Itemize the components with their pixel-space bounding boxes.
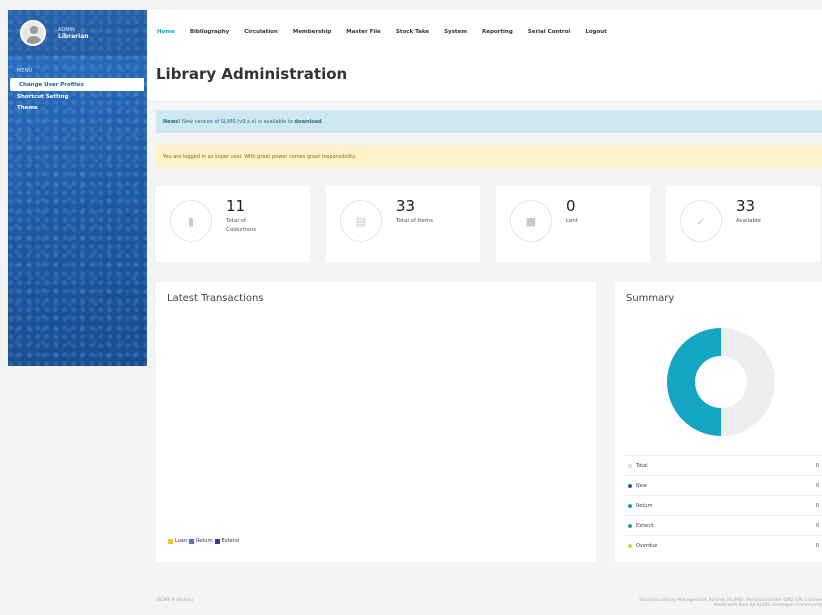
row-count: 0 bbox=[815, 482, 819, 489]
row-label: Total bbox=[636, 462, 648, 469]
profile-name: Librarian bbox=[58, 32, 89, 40]
donut-slice-return[interactable] bbox=[667, 328, 721, 436]
check-icon: ✓ bbox=[680, 200, 722, 242]
row-label: Extend bbox=[636, 522, 654, 529]
row-count: 0 bbox=[815, 502, 819, 509]
legend-extend[interactable]: Extend bbox=[214, 538, 240, 544]
legend-label: Loan bbox=[175, 538, 187, 544]
row-dot bbox=[628, 463, 632, 468]
stat-value: 33 bbox=[736, 197, 756, 215]
donut-slice-new[interactable] bbox=[721, 328, 775, 436]
sidebar-item-shortcut-setting[interactable]: Shortcut Setting bbox=[8, 91, 147, 102]
news-alert: News! New version of SLiMS (v9.x.x) is a… bbox=[156, 110, 822, 133]
panel-title: Latest Transactions bbox=[167, 293, 264, 304]
nav-reporting[interactable]: Reporting bbox=[482, 29, 513, 35]
legend-label: Return bbox=[196, 538, 213, 544]
footer: SLiMS 9 (Bulian) Senayan Library Managem… bbox=[157, 598, 822, 608]
nav-serial-control[interactable]: Serial Control bbox=[528, 29, 571, 35]
stat-value: 33 bbox=[396, 197, 416, 215]
nav-membership[interactable]: Membership bbox=[293, 29, 331, 35]
profile-role: ADMIN bbox=[58, 26, 75, 33]
stat-collections: ▮ 11 Total of Collections bbox=[156, 186, 310, 262]
row-dot bbox=[628, 503, 632, 508]
sidebar: ADMIN Librarian MENU Change User Profile… bbox=[8, 10, 147, 366]
summary-row-new: New 0 bbox=[625, 475, 822, 495]
download-link[interactable]: download bbox=[294, 119, 321, 125]
legend-label: Extend bbox=[221, 538, 240, 544]
row-count: 0 bbox=[815, 522, 819, 529]
panel-title: Summary bbox=[626, 293, 675, 304]
barcode-icon: ▤ bbox=[340, 200, 382, 242]
stat-label: Total of Items bbox=[396, 218, 434, 224]
legend-return[interactable]: Return bbox=[189, 538, 213, 544]
warning-alert: You are logged in as super user. With gr… bbox=[156, 145, 822, 168]
sidebar-item-change-user-profiles[interactable]: Change User Profiles bbox=[10, 78, 144, 91]
news-alert-text: New version of SLiMS (v9.x.x) is availab… bbox=[182, 119, 295, 125]
nav-system[interactable]: System bbox=[444, 29, 467, 35]
nav-stock-take[interactable]: Stock Take bbox=[396, 29, 429, 35]
summary-row-total: Total 0 bbox=[625, 455, 822, 475]
footer-version: SLiMS 9 (Bulian) bbox=[157, 598, 194, 603]
row-label: Return bbox=[636, 502, 653, 509]
nav-bibliography[interactable]: Bibliography bbox=[190, 29, 229, 35]
nav-master-file[interactable]: Master File bbox=[346, 29, 381, 35]
footer-credits: Senayan Library Management System (SLiMS… bbox=[639, 598, 822, 608]
row-count: 0 bbox=[815, 462, 819, 469]
row-dot bbox=[628, 543, 632, 548]
stat-label: Lent bbox=[566, 218, 578, 224]
stat-value: 0 bbox=[566, 197, 576, 215]
stat-lent: ■ 0 Lent bbox=[496, 186, 650, 262]
archive-icon: ■ bbox=[510, 200, 552, 242]
summary-panel: Summary Total 0 New 0 Return 0 Extend 0 Over… bbox=[615, 282, 822, 562]
nav-circulation[interactable]: Circulation bbox=[244, 29, 278, 35]
profile-text: ADMIN Librarian bbox=[58, 27, 89, 40]
main-content: Library Administration News! New version… bbox=[147, 54, 822, 562]
row-count: 0 bbox=[815, 542, 819, 549]
row-label: New bbox=[636, 482, 647, 489]
nav-home[interactable]: Home bbox=[157, 29, 175, 35]
row-dot bbox=[628, 483, 632, 488]
menu-caption: MENU bbox=[17, 68, 32, 74]
top-navigation: Home Bibliography Circulation Membership… bbox=[147, 10, 822, 54]
legend-loan[interactable]: Loan bbox=[168, 538, 187, 544]
legend-swatch bbox=[189, 538, 194, 544]
stat-label: Available bbox=[736, 218, 761, 224]
user-profile[interactable]: ADMIN Librarian bbox=[8, 10, 147, 56]
latest-transactions-panel: Latest Transactions Loan Return Extend bbox=[156, 282, 596, 562]
stat-available: ✓ 33 Available bbox=[666, 186, 820, 262]
summary-list: Total 0 New 0 Return 0 Extend 0 Overdue 0 bbox=[625, 455, 822, 555]
stats-row: ▮ 11 Total of Collections ▤ 33 Total of … bbox=[156, 186, 822, 262]
legend-swatch bbox=[168, 538, 173, 544]
nav-logout[interactable]: Logout bbox=[585, 29, 607, 35]
legend-swatch bbox=[214, 538, 220, 544]
transactions-legend: Loan Return Extend bbox=[168, 538, 241, 544]
footer-made-with: Made with love by SLiMS Developer Commun… bbox=[714, 603, 822, 608]
stat-label: Total of Collections bbox=[226, 218, 257, 233]
summary-row-overdue: Overdue 0 bbox=[625, 535, 822, 555]
summary-row-return: Return 0 bbox=[625, 495, 822, 515]
summary-row-extend: Extend 0 bbox=[625, 515, 822, 535]
row-label: Overdue bbox=[636, 542, 658, 549]
book-icon: ▮ bbox=[170, 200, 212, 242]
summary-donut-chart bbox=[667, 328, 775, 436]
page-title: Library Administration bbox=[147, 54, 822, 100]
sidebar-item-theme[interactable]: Theme bbox=[8, 102, 147, 113]
news-alert-strong: News! bbox=[163, 119, 181, 125]
avatar[interactable] bbox=[20, 20, 46, 46]
row-dot bbox=[628, 523, 632, 528]
stat-items: ▤ 33 Total of Items bbox=[326, 186, 480, 262]
stat-value: 11 bbox=[226, 197, 246, 215]
